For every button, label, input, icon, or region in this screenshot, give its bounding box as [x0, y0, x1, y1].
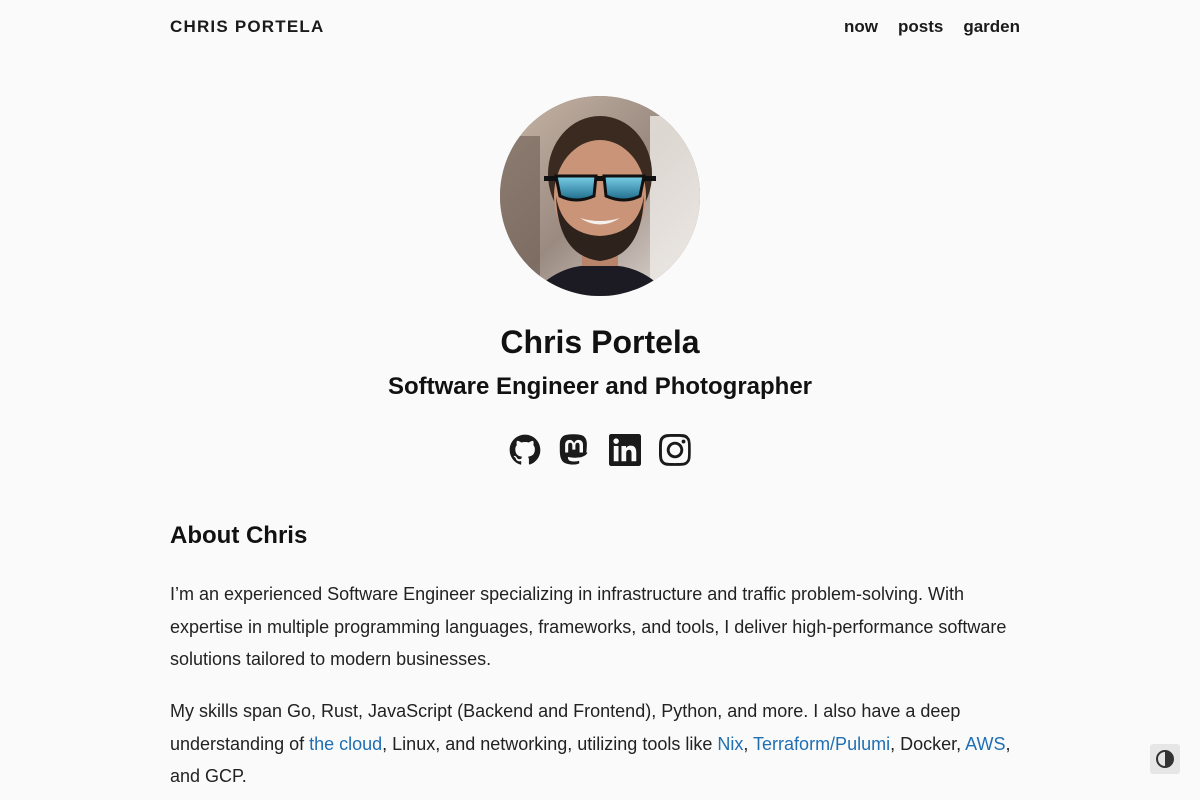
nix-link[interactable]: Nix	[717, 734, 743, 754]
social-links	[0, 432, 1200, 468]
instagram-link[interactable]	[659, 432, 691, 468]
nav-now[interactable]: now	[844, 17, 878, 37]
mastodon-link[interactable]	[559, 432, 591, 468]
profile-subtitle: Software Engineer and Photographer	[387, 373, 813, 400]
theme-toggle-button[interactable]	[1150, 744, 1180, 774]
site-header: CHRIS PORTELA now posts garden	[170, 0, 1020, 54]
main-nav: now posts garden	[844, 17, 1020, 37]
profile-name: Chris Portela	[500, 324, 700, 360]
nav-posts[interactable]: posts	[898, 17, 943, 37]
contrast-icon	[1156, 750, 1174, 768]
mastodon-icon	[559, 434, 588, 465]
linkedin-link[interactable]	[609, 432, 641, 468]
the-cloud-link[interactable]: the cloud	[309, 734, 382, 754]
github-icon	[509, 434, 541, 465]
linkedin-icon	[609, 434, 641, 466]
terraform-pulumi-link[interactable]: Terraform/Pulumi	[753, 734, 890, 754]
about-heading: About Chris	[170, 522, 308, 549]
p2-text-4: , Docker,	[890, 733, 966, 754]
avatar-portrait	[500, 96, 700, 296]
profile-avatar	[500, 96, 700, 296]
instagram-icon	[659, 434, 691, 466]
github-link[interactable]	[509, 432, 541, 468]
site-title-link[interactable]: CHRIS PORTELA	[170, 17, 324, 37]
about-paragraph-1: I’m an experienced Software Engineer spe…	[170, 584, 1007, 669]
about-paragraph-2: My skills span Go, Rust, JavaScript (Bac…	[170, 695, 1020, 793]
nav-garden[interactable]: garden	[963, 17, 1020, 37]
p2-text-2: , Linux, and networking, utilizing tools…	[382, 733, 718, 754]
p2-text-3: ,	[743, 733, 754, 754]
aws-link[interactable]: AWS	[965, 734, 1005, 754]
